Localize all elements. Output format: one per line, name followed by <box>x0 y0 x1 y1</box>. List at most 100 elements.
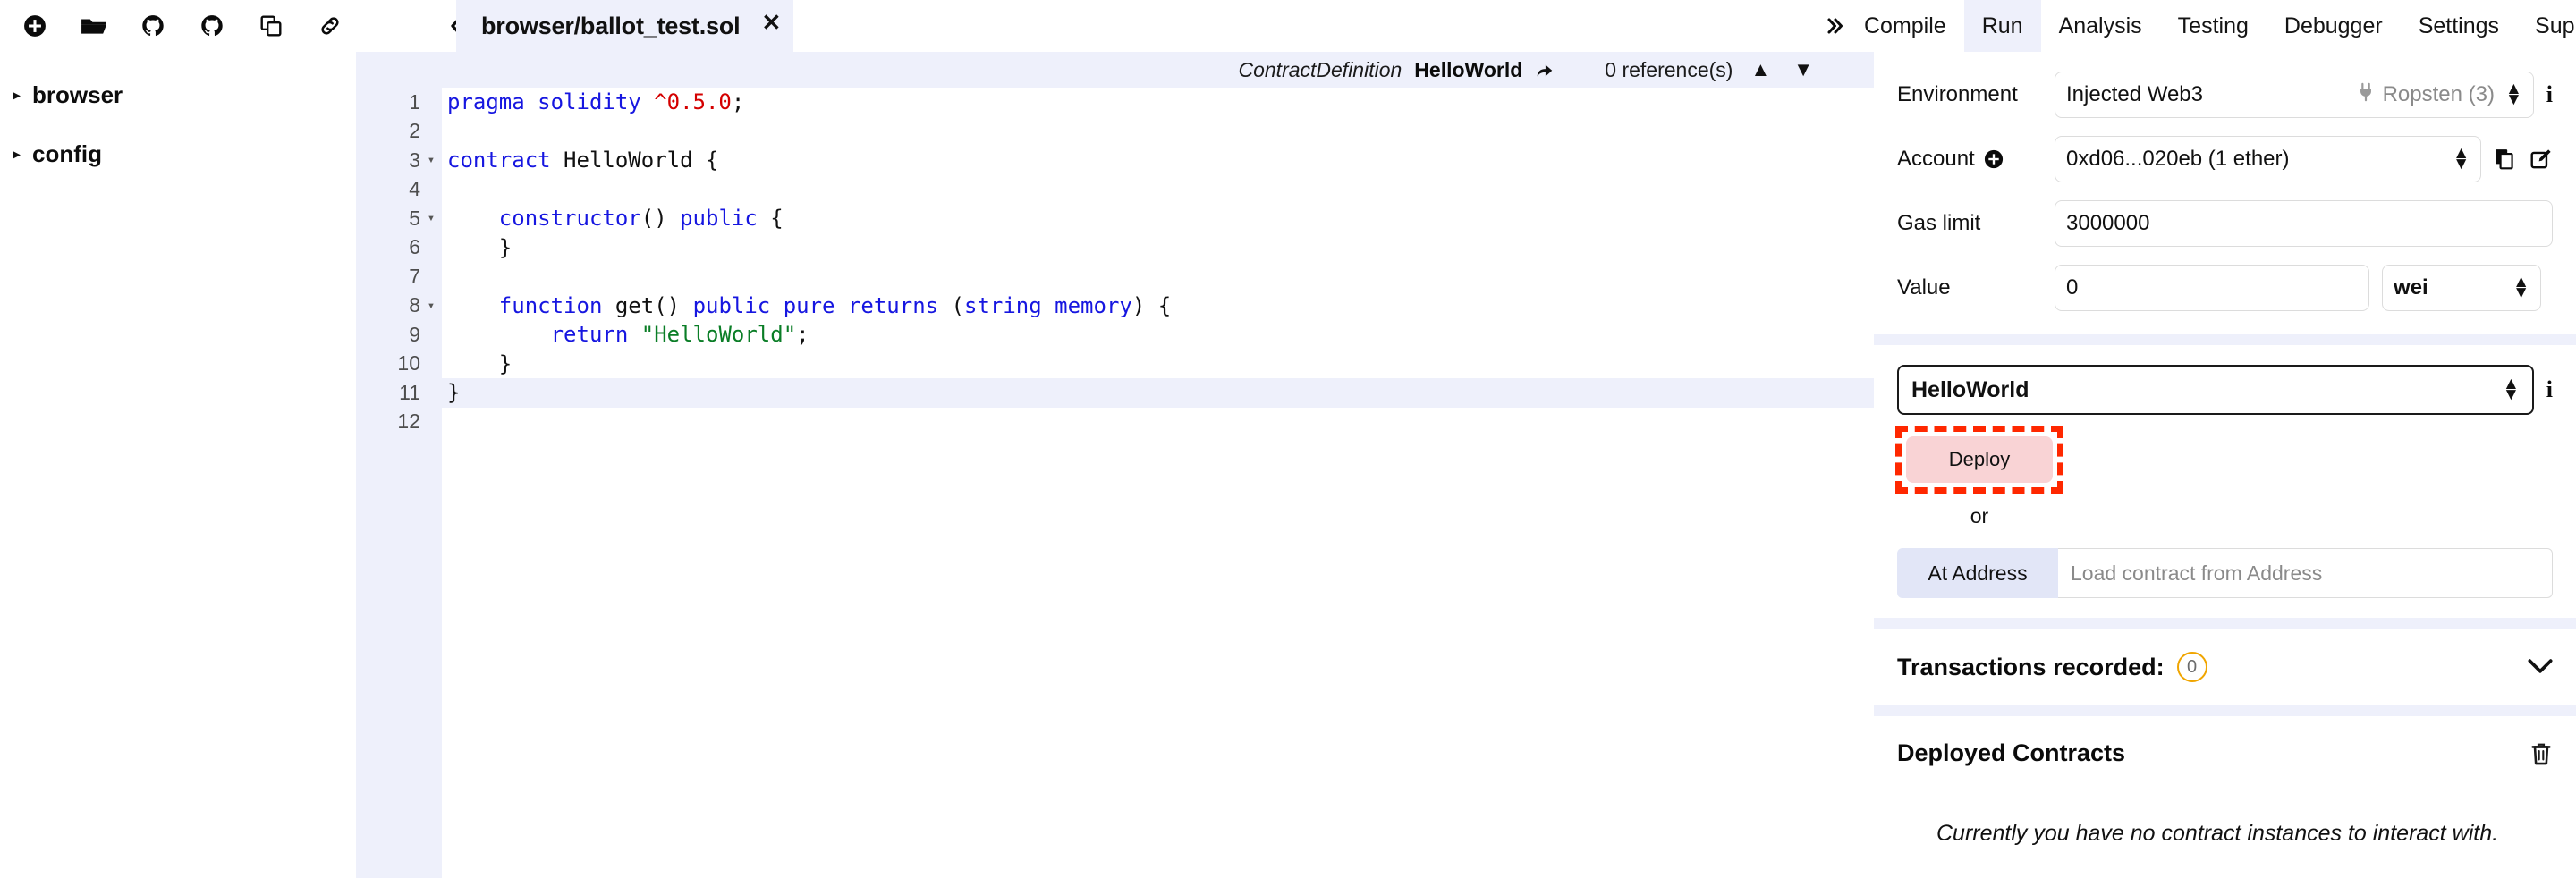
code-line-text: } <box>447 234 513 260</box>
at-address-button[interactable]: At Address <box>1897 548 2058 598</box>
fold-toggle-icon[interactable]: ▾ <box>420 153 442 167</box>
value-label: Value <box>1897 275 1951 300</box>
edit-icon[interactable] <box>2529 148 2553 171</box>
copy-icon[interactable] <box>2494 148 2517 171</box>
info-icon[interactable]: i <box>2546 81 2553 108</box>
info-icon[interactable]: i <box>2546 376 2553 403</box>
deploy-button-wrapper: Deploy <box>1895 426 2063 494</box>
github-icon[interactable] <box>182 0 242 52</box>
code-line[interactable]: 1 pragma solidity ^0.5.0; <box>356 88 1874 117</box>
tab-run[interactable]: Run <box>1963 0 2041 52</box>
contract-stepper[interactable]: ▲ ▼ <box>2503 376 2520 402</box>
code-lines[interactable]: 1 pragma solidity ^0.5.0; 2 3 ▾ contract Hell… <box>356 88 1874 436</box>
chevron-right-icon[interactable]: ▸ <box>13 87 32 103</box>
line-number: 1 <box>409 89 420 114</box>
code-line[interactable]: 6 } <box>356 233 1874 263</box>
link-icon[interactable] <box>301 0 360 52</box>
github-publish-icon[interactable] <box>123 0 182 52</box>
line-number: 5 <box>409 206 420 230</box>
prev-reference-icon[interactable]: ▲ <box>1745 58 1775 81</box>
tab-debugger[interactable]: Debugger <box>2266 0 2401 52</box>
deployed-contracts-header: Deployed Contracts <box>1874 716 2576 790</box>
fold-toggle-icon[interactable]: ▾ <box>420 299 442 313</box>
contract-select[interactable]: HelloWorld ▲ ▼ <box>1897 365 2534 415</box>
tab-settings-label: Settings <box>2418 13 2500 38</box>
node-type-label: ContractDefinition <box>1238 57 1402 81</box>
gas-limit-label: Gas limit <box>1897 211 1981 235</box>
tab-compile-label: Compile <box>1864 13 1946 38</box>
tab-analysis[interactable]: Analysis <box>2040 0 2160 52</box>
tab-testing[interactable]: Testing <box>2159 0 2267 52</box>
value-unit: wei <box>2394 275 2428 300</box>
account-stepper[interactable]: ▲ ▼ <box>2453 145 2470 172</box>
environment-value: Injected Web3 <box>2066 82 2203 106</box>
code-line[interactable]: 12 <box>356 408 1874 437</box>
code-line[interactable]: 11} <box>356 378 1874 408</box>
trash-icon[interactable] <box>2529 741 2553 766</box>
code-area[interactable]: 1 pragma solidity ^0.5.0; 2 3 ▾ contract Hell… <box>356 88 1874 878</box>
code-line-text: function get() public pure returns (stri… <box>498 292 1172 318</box>
code-line[interactable]: 4 <box>356 175 1874 205</box>
file-tab-label: browser/ballot_test.sol <box>481 12 741 39</box>
node-name-label: HelloWorld <box>1414 57 1523 81</box>
account-label-text: Account <box>1897 147 1975 171</box>
at-address-row: At Address Load contract from Address <box>1897 548 2553 598</box>
deployed-contracts-card: Deployed Contracts Currently you have no… <box>1874 716 2576 878</box>
code-line-text: } <box>447 380 461 406</box>
code-line[interactable]: 2 <box>356 117 1874 147</box>
tree-item-config[interactable]: ▸ config <box>0 138 356 170</box>
tab-compile[interactable]: Compile <box>1846 0 1964 52</box>
at-address-input[interactable]: Load contract from Address <box>2058 548 2553 598</box>
gas-limit-input[interactable]: 3000000 <box>2055 200 2553 247</box>
code-line[interactable]: 10 } <box>356 350 1874 379</box>
code-line-text: pragma solidity ^0.5.0; <box>447 89 745 115</box>
value-unit-select[interactable]: wei ▲ ▼ <box>2382 265 2541 311</box>
chevron-right-icon[interactable]: ▸ <box>13 146 32 162</box>
code-line[interactable]: 9 return "HelloWorld"; <box>356 320 1874 350</box>
next-reference-icon[interactable]: ▼ <box>1788 58 1818 81</box>
code-line-text: } <box>447 350 513 376</box>
code-line[interactable]: 3 ▾ contract HelloWorld { <box>356 146 1874 175</box>
line-number: 8 <box>409 293 420 317</box>
code-line[interactable]: 8 ▾ function get() public pure returns (s… <box>356 291 1874 321</box>
copy-icon[interactable] <box>242 0 301 52</box>
deployed-contracts-title: Deployed Contracts <box>1897 739 2126 766</box>
environment-select[interactable]: Injected Web3 Ropsten (3) ▲ ▼ <box>2055 72 2534 118</box>
editor-tabstrip: browser/ballot_test.sol ✕ <box>456 0 794 52</box>
chevrons-right-icon[interactable] <box>1825 0 1846 52</box>
account-value: 0xd06...020eb (1 ether) <box>2066 147 2290 171</box>
close-icon[interactable]: ✕ <box>761 9 781 37</box>
line-number: 4 <box>409 177 420 201</box>
editor-context-bar: ContractDefinition HelloWorld 0 referenc… <box>356 52 1874 88</box>
reference-count: 0 reference(s) <box>1605 57 1733 81</box>
transactions-header[interactable]: Transactions recorded: 0 <box>1874 629 2576 705</box>
code-line[interactable]: 5 ▾ constructor() public { <box>356 204 1874 233</box>
code-editor: ContractDefinition HelloWorld 0 referenc… <box>356 52 1874 878</box>
share-arrow-icon[interactable] <box>1535 60 1555 80</box>
contract-select-row: HelloWorld ▲ ▼ i <box>1897 365 2553 415</box>
run-settings-card: Environment Injected Web3 Ropsten (3) ▲ ▼… <box>1874 52 2576 334</box>
tab-support[interactable]: Suppo <box>2517 0 2576 52</box>
panel-tabbar: Compile Run Analysis Testing Debugger Se… <box>1825 0 2576 52</box>
fold-toggle-icon[interactable]: ▾ <box>420 211 442 225</box>
value-input[interactable]: 0 <box>2055 265 2369 311</box>
code-line[interactable]: 7 <box>356 262 1874 291</box>
gas-limit-row: Gas limit 3000000 <box>1897 200 2553 247</box>
deploy-button[interactable]: Deploy <box>1906 436 2053 483</box>
tab-support-label: Suppo <box>2535 13 2576 38</box>
folder-open-icon[interactable] <box>64 0 123 52</box>
network-name: Ropsten (3) <box>2382 82 2495 106</box>
chevron-down-icon[interactable] <box>2528 653 2553 681</box>
plus-circle-icon[interactable] <box>1984 149 2004 169</box>
tab-run-label: Run <box>1981 13 2023 38</box>
deployed-contracts-empty-text: Currently you have no contract instances… <box>1874 790 2576 878</box>
tab-settings[interactable]: Settings <box>2400 0 2518 52</box>
tree-item-browser[interactable]: ▸ browser <box>0 79 356 111</box>
add-icon[interactable] <box>5 0 64 52</box>
value-unit-stepper[interactable]: ▲ ▼ <box>2512 274 2529 300</box>
transactions-title: Transactions recorded: <box>1897 653 2165 680</box>
file-tab[interactable]: browser/ballot_test.sol ✕ <box>456 0 794 52</box>
file-explorer: ▸ browser ▸ config <box>0 52 356 878</box>
account-select[interactable]: 0xd06...020eb (1 ether) ▲ ▼ <box>2055 136 2481 182</box>
environment-stepper[interactable]: ▲ ▼ <box>2505 80 2522 107</box>
